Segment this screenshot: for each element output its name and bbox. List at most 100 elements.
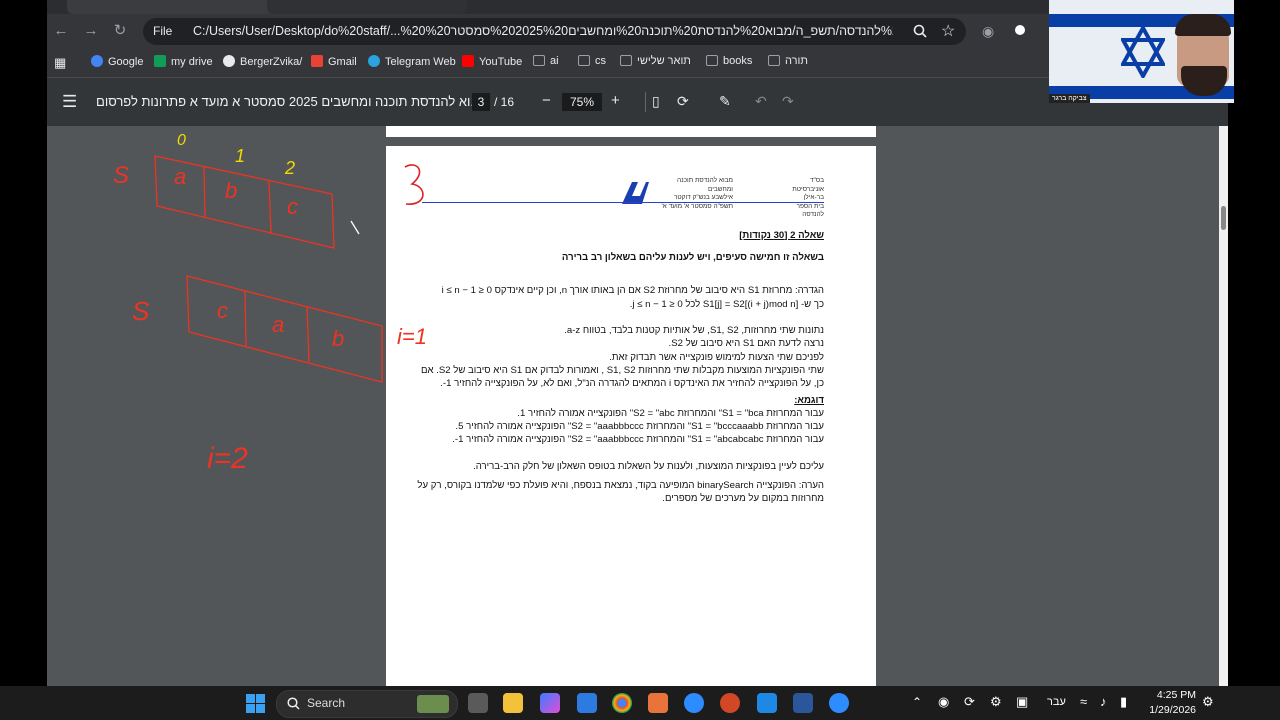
back-icon[interactable]: ← <box>51 21 71 41</box>
bookmark-label: Gmail <box>328 56 357 68</box>
extension-icon[interactable]: ◉ <box>982 23 994 40</box>
folder-icon <box>768 55 780 66</box>
profile-icon[interactable] <box>1015 25 1025 35</box>
word-icon[interactable] <box>793 693 813 713</box>
star-of-david-icon <box>1121 26 1165 78</box>
browser-tab[interactable] <box>67 0 277 14</box>
scrollbar-thumb[interactable] <box>1221 206 1226 230</box>
zoom-icon[interactable] <box>684 693 704 713</box>
annotation-a: a <box>174 164 187 189</box>
star-icon[interactable]: ☆ <box>941 21 955 41</box>
windows-start-icon[interactable] <box>246 694 265 713</box>
zoom-meeting-icon[interactable] <box>829 693 849 713</box>
bookmark-label: my drive <box>171 56 213 68</box>
browser-tab[interactable] <box>267 0 467 14</box>
bookmark-folder-ai[interactable]: ai <box>533 55 559 67</box>
reload-icon[interactable]: ↻ <box>110 21 130 41</box>
definition-line-2: כך ש- S1[j] = S2[(i + j)mod n] לכל 0 ≤ j… <box>629 299 824 310</box>
paragraph-line: שתי הפונקציות המוצעות מקבלות שתי מחרוזות… <box>420 365 824 376</box>
search-label: Search <box>307 696 346 710</box>
search-icon <box>287 697 300 710</box>
address-input[interactable]: File C:/Users/User/Desktop/do%20staff/..… <box>143 18 966 45</box>
sync-icon[interactable]: ⟳ <box>964 694 975 710</box>
annotation-index-2: 2 <box>285 158 296 178</box>
vertical-scrollbar[interactable] <box>1219 126 1228 686</box>
apps-grid-icon[interactable]: ▦ <box>54 55 66 71</box>
volume-icon[interactable]: ♪ <box>1100 694 1107 709</box>
search-highlight-icon <box>417 695 449 713</box>
zoom-level-input[interactable]: 75% <box>562 93 602 111</box>
annotation-b2: b <box>332 326 345 351</box>
webcam-name-label: צביקה ברגר <box>1049 94 1090 103</box>
presenter-hair <box>1175 14 1231 36</box>
network-tray-icon[interactable]: ⚙ <box>990 694 1002 710</box>
menu-icon[interactable]: ☰ <box>62 92 77 112</box>
header-line: מבוא להנדסת תוכנה ומחשבים <box>676 177 733 193</box>
paragraph-line: נרצה לדעת האם S1 היא סיבוב של S2. <box>668 338 824 349</box>
zoom-in-button[interactable]: + <box>611 92 620 110</box>
undo-icon[interactable]: ↶ <box>755 92 767 110</box>
bookmark-label: cs <box>595 55 606 67</box>
example-title: דוגמא: <box>794 395 824 406</box>
photos-icon[interactable] <box>757 693 777 713</box>
header-line: בית הספר להנדסה <box>796 202 825 219</box>
folder-icon <box>533 55 545 66</box>
header-rule <box>422 202 824 203</box>
header-line: אוניברסיטת בר-אילן <box>792 185 824 202</box>
zoom-out-button[interactable]: − <box>542 92 551 110</box>
paragraph-line: לפניכם שתי הצעות למימוש פונקצייה אשר תבד… <box>609 352 824 363</box>
bookmark-my-drive[interactable]: my drive <box>154 55 213 68</box>
bookmark-github[interactable]: BergerZvika/ <box>223 55 302 68</box>
annotate-pen-icon[interactable]: ✎ <box>719 92 731 110</box>
bookmark-folder-books[interactable]: books <box>706 55 752 67</box>
bookmark-gmail[interactable]: Gmail <box>311 55 357 68</box>
note-line-2: מחרוזות במקום על מערכים של מספרים. <box>662 493 824 504</box>
calendar-app-icon[interactable] <box>648 693 668 713</box>
annotation-s2: S <box>132 296 150 326</box>
page-number-input[interactable]: 3 <box>472 93 490 111</box>
file-scheme-label: File <box>153 24 173 38</box>
example-line: עבור המחרוזת S1 = "bcccaaabb" והמחרוזת S… <box>455 421 824 432</box>
fit-page-icon[interactable]: ▯ <box>652 92 660 110</box>
bookmark-folder-phd[interactable]: תואר שלישי <box>620 55 691 67</box>
wifi-icon[interactable]: ≈ <box>1080 694 1087 709</box>
annotation-index-1: 1 <box>235 146 246 166</box>
battery-icon[interactable]: ▮ <box>1120 694 1127 710</box>
taskbar-search[interactable]: Search <box>276 690 458 718</box>
language-indicator[interactable]: עבר <box>1047 696 1066 708</box>
annotation-c: c <box>287 194 298 219</box>
file-explorer-icon[interactable] <box>503 693 523 713</box>
store-icon[interactable] <box>577 693 597 713</box>
display-icon[interactable]: ▣ <box>1016 694 1028 710</box>
annotation-c2: c <box>217 298 228 323</box>
note-line-1: הערה: הפונקצייה binarySearch המופיעה בקו… <box>417 480 824 491</box>
bookmark-label: BergerZvika/ <box>240 56 303 68</box>
chrome-icon[interactable] <box>612 693 632 713</box>
chevron-up-icon[interactable]: ⌃ <box>912 695 922 709</box>
bookmark-folder-cs[interactable]: cs <box>578 55 606 67</box>
header-line: בס"ד <box>809 177 824 184</box>
powerpoint-icon[interactable] <box>720 693 740 713</box>
forward-icon[interactable]: → <box>81 21 101 41</box>
copilot-icon[interactable] <box>540 693 560 713</box>
github-icon <box>223 55 235 67</box>
gmail-icon <box>311 55 323 67</box>
bookmark-folder-torah[interactable]: תורה <box>768 55 808 67</box>
task-view-icon[interactable] <box>468 693 488 713</box>
bookmark-label: תואר שלישי <box>637 55 691 67</box>
bookmark-youtube[interactable]: YouTube <box>462 55 522 68</box>
google-icon <box>91 55 103 67</box>
header-left-block: מבוא להנדסת תוכנה ומחשבים אילשבע בנש"ק ד… <box>658 177 733 211</box>
clock-date[interactable]: 1/29/2026 <box>1146 704 1196 716</box>
bookmark-google[interactable]: Google <box>91 55 143 68</box>
redo-icon[interactable]: ↷ <box>782 92 794 110</box>
pdf-viewer[interactable]: בס"ד אוניברסיטת בר-אילן בית הספר להנדסה … <box>47 126 1219 686</box>
search-icon[interactable] <box>913 24 927 38</box>
tray-app-icon[interactable]: ◉ <box>938 694 949 710</box>
notifications-icon[interactable]: ⚙ <box>1202 694 1214 710</box>
bookmark-telegram[interactable]: Telegram Web <box>368 55 456 68</box>
clock-time[interactable]: 4:25 PM <box>1152 689 1196 701</box>
document-title: וא להנדסת תוכנה ומחשבים 2025 סמסטר א מוע… <box>96 94 481 109</box>
rotate-icon[interactable]: ⟳ <box>677 92 689 110</box>
handwritten-annotations <box>154 155 383 383</box>
